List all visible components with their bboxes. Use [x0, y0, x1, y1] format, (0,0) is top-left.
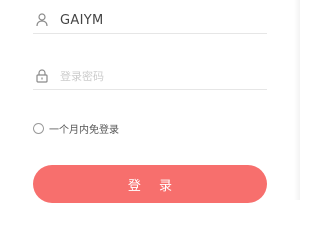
edge-shadow — [294, 0, 300, 200]
login-page: GAIYM 一个月内免登录 登 录 — [0, 0, 300, 203]
username-value[interactable]: GAIYM — [60, 13, 103, 28]
username-field[interactable]: GAIYM — [33, 7, 267, 34]
remember-label: 一个月内免登录 — [49, 125, 119, 136]
password-field[interactable] — [33, 63, 267, 90]
lock-icon — [35, 68, 49, 84]
remember-me[interactable]: 一个月内免登录 — [33, 121, 119, 136]
remember-radio[interactable] — [33, 123, 44, 134]
login-button[interactable]: 登 录 — [33, 165, 267, 203]
user-icon — [35, 12, 49, 28]
password-input[interactable] — [60, 69, 250, 83]
